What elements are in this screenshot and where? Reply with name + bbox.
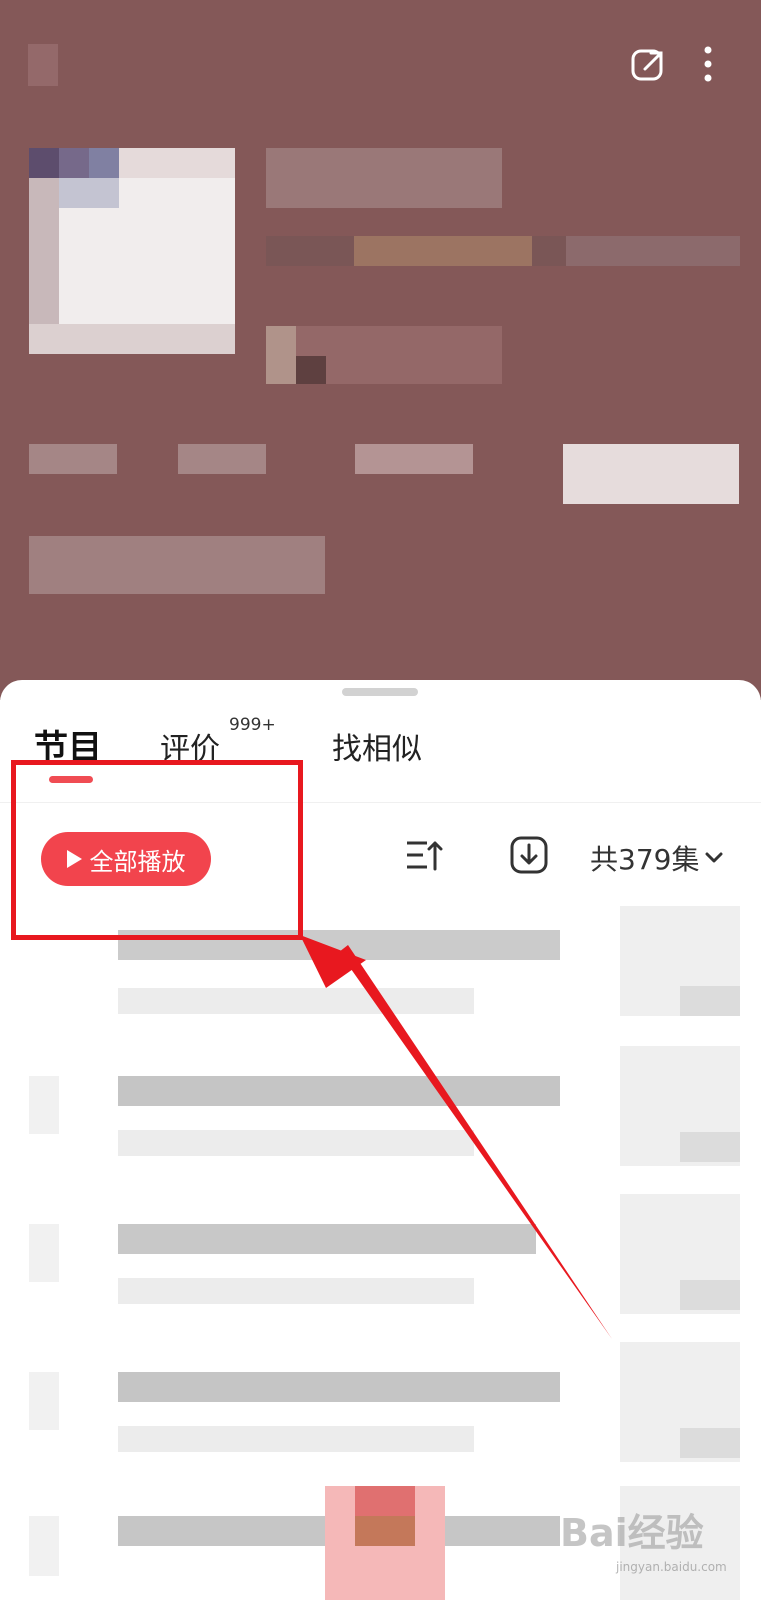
watermark-site: jingyan.baidu.com	[616, 1560, 727, 1574]
download-button[interactable]	[506, 832, 552, 878]
sort-icon	[407, 841, 443, 871]
album-header	[0, 0, 761, 700]
episode-count-label: 共379集	[590, 843, 700, 876]
episode-count-selector[interactable]: 共379集	[590, 838, 723, 878]
episode-list	[0, 906, 761, 1600]
blurred-tags	[266, 236, 740, 266]
more-vertical-icon	[704, 46, 712, 82]
list-item[interactable]	[0, 1194, 761, 1322]
share-button[interactable]	[626, 42, 670, 86]
reviews-count-badge: 999+	[229, 715, 276, 735]
watermark-brand: Bai经验	[560, 1511, 704, 1555]
download-icon	[510, 836, 548, 874]
blurred-subscribe-button[interactable]	[563, 444, 739, 504]
tab-similar[interactable]: 找相似	[332, 724, 422, 768]
blurred-author	[266, 326, 502, 384]
share-icon	[631, 49, 663, 81]
more-button[interactable]	[686, 42, 730, 86]
blurred-description	[29, 536, 325, 594]
sheet-drag-handle[interactable]	[342, 688, 418, 696]
watermark: Bai经验 jingyan.baidu.com	[560, 1502, 750, 1592]
blurred-back-button[interactable]	[28, 44, 58, 86]
list-item[interactable]	[0, 1342, 761, 1470]
blurred-stat-2	[178, 444, 266, 474]
album-cover[interactable]	[29, 148, 235, 354]
annotation-highlight-box	[11, 760, 303, 940]
blurred-stat-1	[29, 444, 117, 474]
list-item[interactable]	[0, 1046, 761, 1174]
blurred-title	[266, 148, 502, 208]
blurred-stat-3	[355, 444, 473, 474]
chevron-down-icon	[705, 852, 723, 863]
sort-button[interactable]	[400, 832, 446, 878]
